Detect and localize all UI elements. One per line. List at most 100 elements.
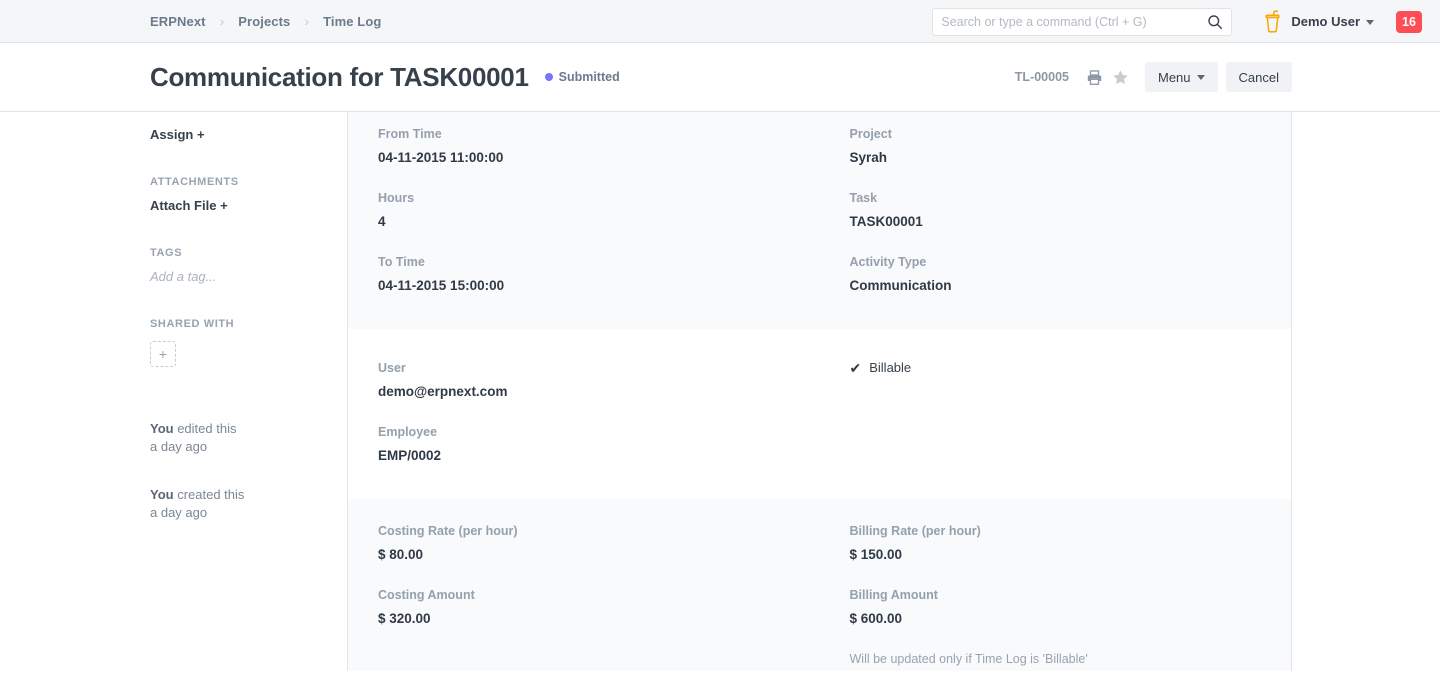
activity-timestamp: a day ago: [150, 504, 347, 522]
add-share-button[interactable]: +: [150, 341, 176, 367]
spacer: [150, 330, 347, 339]
form-column-right: Project Syrah Task TASK00001 Activity Ty…: [820, 126, 1292, 319]
field-hours[interactable]: Hours 4: [378, 190, 790, 231]
document-name: TL-00005: [1015, 70, 1069, 84]
form-sidebar: Assign + ATTACHMENTS Attach File + TAGS …: [150, 112, 347, 685]
field-value: Communication: [850, 277, 1262, 295]
form-section-timing: From Time 04-11-2015 11:00:00 Hours 4 To…: [348, 112, 1291, 329]
page-actions: TL-00005 Menu Cancel: [1015, 62, 1292, 92]
field-label: Task: [850, 190, 1262, 206]
notification-badge[interactable]: 16: [1396, 11, 1422, 33]
search-box[interactable]: [932, 8, 1232, 36]
field-value: $ 150.00: [850, 546, 1262, 564]
field-user[interactable]: User demo@erpnext.com: [378, 360, 790, 401]
field-task[interactable]: Task TASK00001: [850, 190, 1262, 231]
spacer: [150, 215, 347, 247]
attachments-section: ATTACHMENTS Attach File +: [150, 176, 347, 215]
activity-item-created: You created this a day ago: [150, 486, 347, 522]
activity-actor: You: [150, 421, 174, 436]
menu-button[interactable]: Menu: [1145, 62, 1218, 92]
spacer: [150, 188, 347, 197]
field-label: To Time: [378, 254, 790, 270]
activity-action: created this: [174, 487, 245, 502]
assign-add-button[interactable]: Assign +: [150, 127, 205, 142]
add-tag-input[interactable]: Add a tag...: [150, 269, 217, 284]
field-costing-amount[interactable]: Costing Amount $ 320.00: [378, 587, 790, 628]
page-body: Assign + ATTACHMENTS Attach File + TAGS …: [0, 112, 1440, 685]
activity-action: edited this: [174, 421, 237, 436]
field-label: Project: [850, 126, 1262, 142]
field-label: Costing Amount: [378, 587, 790, 603]
user-menu[interactable]: Demo User: [1291, 14, 1374, 29]
page-header: Communication for TASK00001 Submitted TL…: [0, 43, 1440, 112]
tags-section: TAGS Add a tag...: [150, 247, 347, 286]
cancel-button[interactable]: Cancel: [1226, 62, 1292, 92]
field-value: demo@erpnext.com: [378, 383, 790, 401]
spacer: [150, 144, 347, 176]
breadcrumb-item-time-log[interactable]: Time Log: [323, 14, 381, 29]
field-label: Employee: [378, 424, 790, 440]
spacer: [150, 259, 347, 268]
field-label: Costing Rate (per hour): [378, 523, 790, 539]
field-value: 04-11-2015 15:00:00: [378, 277, 790, 295]
field-billing-amount[interactable]: Billing Amount $ 600.00: [850, 587, 1262, 628]
form-column-left: From Time 04-11-2015 11:00:00 Hours 4 To…: [348, 126, 820, 319]
form-section-user: User demo@erpnext.com Employee EMP/0002 …: [348, 329, 1291, 499]
field-billing-rate[interactable]: Billing Rate (per hour) $ 150.00: [850, 523, 1262, 564]
field-value: EMP/0002: [378, 447, 790, 465]
activity-timestamp: a day ago: [150, 438, 347, 456]
spacer: [150, 286, 347, 318]
breadcrumb: ERPNext › Projects › Time Log: [150, 14, 381, 29]
search-icon[interactable]: [1207, 14, 1223, 30]
field-billable-checkbox[interactable]: ✔ Billable: [850, 360, 1262, 375]
form-column-left: Costing Rate (per hour) $ 80.00 Costing …: [348, 523, 820, 661]
field-label: Billing Rate (per hour): [850, 523, 1262, 539]
status-badge: Submitted: [545, 70, 620, 84]
form-column-right: ✔ Billable: [820, 360, 1292, 489]
breadcrumb-separator: ›: [206, 14, 239, 28]
form-section-rates: Costing Rate (per hour) $ 80.00 Costing …: [348, 499, 1291, 671]
chevron-down-icon: [1197, 75, 1205, 80]
form-content: From Time 04-11-2015 11:00:00 Hours 4 To…: [347, 112, 1292, 671]
user-name-label: Demo User: [1291, 14, 1360, 29]
activity-text-line: You edited this: [150, 420, 347, 438]
activity-item-edited: You edited this a day ago: [150, 420, 347, 456]
attachments-heading: ATTACHMENTS: [150, 176, 347, 188]
status-dot-icon: [545, 73, 553, 81]
field-project[interactable]: Project Syrah: [850, 126, 1262, 167]
field-value: Syrah: [850, 149, 1262, 167]
printer-icon[interactable]: [1083, 66, 1105, 88]
field-label: Billing Amount: [850, 587, 1262, 603]
tags-heading: TAGS: [150, 247, 347, 259]
field-activity-type[interactable]: Activity Type Communication: [850, 254, 1262, 295]
field-label: Hours: [378, 190, 790, 206]
activity-text-line: You created this: [150, 486, 347, 504]
billing-help-text: Will be updated only if Time Log is 'Bil…: [850, 651, 1262, 667]
field-value: $ 600.00: [850, 610, 1262, 628]
field-label: Billable: [869, 360, 911, 375]
search-input[interactable]: [941, 15, 1207, 29]
page-title: Communication for TASK00001: [150, 62, 529, 93]
navbar-right-group: Demo User 16: [932, 0, 1422, 43]
field-value: $ 80.00: [378, 546, 790, 564]
field-value: 4: [378, 213, 790, 231]
field-employee[interactable]: Employee EMP/0002: [378, 424, 790, 465]
drink-cup-icon[interactable]: [1264, 10, 1281, 33]
attach-file-button[interactable]: Attach File +: [150, 198, 228, 213]
top-navbar: ERPNext › Projects › Time Log Demo User: [0, 0, 1440, 43]
breadcrumb-item-erpnext[interactable]: ERPNext: [150, 14, 206, 29]
shared-with-section: SHARED WITH +: [150, 318, 347, 367]
form-column-right: Billing Rate (per hour) $ 150.00 Billing…: [820, 523, 1292, 661]
star-icon[interactable]: [1109, 66, 1131, 88]
field-to-time[interactable]: To Time 04-11-2015 15:00:00: [378, 254, 790, 295]
chevron-down-icon: [1366, 20, 1374, 25]
breadcrumb-item-projects[interactable]: Projects: [238, 14, 290, 29]
menu-button-label: Menu: [1158, 70, 1191, 85]
field-label: User: [378, 360, 790, 376]
form-column-left: User demo@erpnext.com Employee EMP/0002: [348, 360, 820, 489]
field-costing-rate[interactable]: Costing Rate (per hour) $ 80.00: [378, 523, 790, 564]
shared-with-heading: SHARED WITH: [150, 318, 347, 330]
status-label: Submitted: [559, 70, 620, 84]
field-from-time[interactable]: From Time 04-11-2015 11:00:00: [378, 126, 790, 167]
activity-actor: You: [150, 487, 174, 502]
